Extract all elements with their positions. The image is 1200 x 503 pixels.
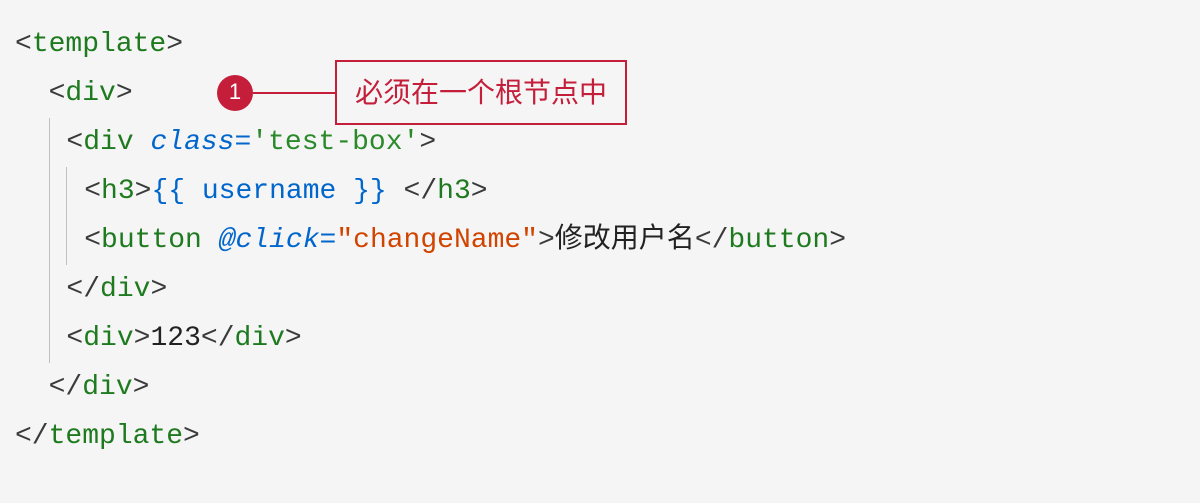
text-content: 修改用户名 — [555, 216, 695, 265]
mustache-expr: {{ username }} — [151, 167, 386, 216]
bracket: </ — [404, 167, 438, 216]
space — [202, 216, 219, 265]
annotation-callout: 1 必须在一个根节点中 — [217, 60, 627, 125]
equals: = — [234, 118, 251, 167]
attr-name: class — [150, 118, 234, 167]
bracket: > — [538, 216, 555, 265]
bracket: > — [829, 216, 846, 265]
tag-name: button — [101, 216, 202, 265]
bracket: </ — [15, 412, 49, 461]
bracket: < — [15, 20, 32, 69]
bracket: < — [66, 314, 83, 363]
tag-name: div — [100, 265, 150, 314]
bracket: < — [66, 118, 83, 167]
bracket: > — [285, 314, 302, 363]
tag-name: div — [65, 69, 115, 118]
tag-name: div — [83, 118, 133, 167]
attr-value: changeName — [353, 216, 521, 265]
space — [387, 167, 404, 216]
bracket: < — [84, 167, 101, 216]
quote: ' — [251, 118, 268, 167]
bracket: </ — [66, 265, 100, 314]
bracket: > — [183, 412, 200, 461]
tag-name: div — [82, 363, 132, 412]
code-line-3: <div class='test-box'> — [15, 118, 1185, 167]
space — [134, 118, 151, 167]
code-line-5: <button @click="changeName">修改用户名</butto… — [15, 216, 1185, 265]
code-line-4: <h3>{{ username }} </h3> — [15, 167, 1185, 216]
bracket: > — [471, 167, 488, 216]
bracket: </ — [49, 363, 83, 412]
bracket: > — [133, 363, 150, 412]
tag-name: template — [32, 20, 166, 69]
annotation-badge: 1 — [217, 75, 253, 111]
bracket: > — [116, 69, 133, 118]
code-block: 1 必须在一个根节点中 <template> <div> <div class=… — [15, 20, 1185, 461]
quote: " — [336, 216, 353, 265]
attr-value: test-box — [268, 118, 402, 167]
bracket: </ — [695, 216, 729, 265]
bracket: < — [49, 69, 66, 118]
bracket: > — [135, 167, 152, 216]
code-line-8: </div> — [15, 363, 1185, 412]
annotation-connector — [253, 92, 335, 94]
code-line-6: </div> — [15, 265, 1185, 314]
equals: = — [320, 216, 337, 265]
annotation-text: 必须在一个根节点中 — [335, 60, 627, 125]
code-line-9: </template> — [15, 412, 1185, 461]
bracket: > — [419, 118, 436, 167]
bracket: > — [134, 314, 151, 363]
bracket: > — [166, 20, 183, 69]
text-content: 123 — [150, 314, 200, 363]
attr-name: @click — [219, 216, 320, 265]
tag-name: h3 — [101, 167, 135, 216]
tag-name: button — [728, 216, 829, 265]
bracket: < — [84, 216, 101, 265]
tag-name: div — [83, 314, 133, 363]
quote: ' — [403, 118, 420, 167]
tag-name: template — [49, 412, 183, 461]
code-line-7: <div>123</div> — [15, 314, 1185, 363]
bracket: > — [150, 265, 167, 314]
tag-name: h3 — [437, 167, 471, 216]
bracket: </ — [201, 314, 235, 363]
quote: " — [521, 216, 538, 265]
tag-name: div — [235, 314, 285, 363]
